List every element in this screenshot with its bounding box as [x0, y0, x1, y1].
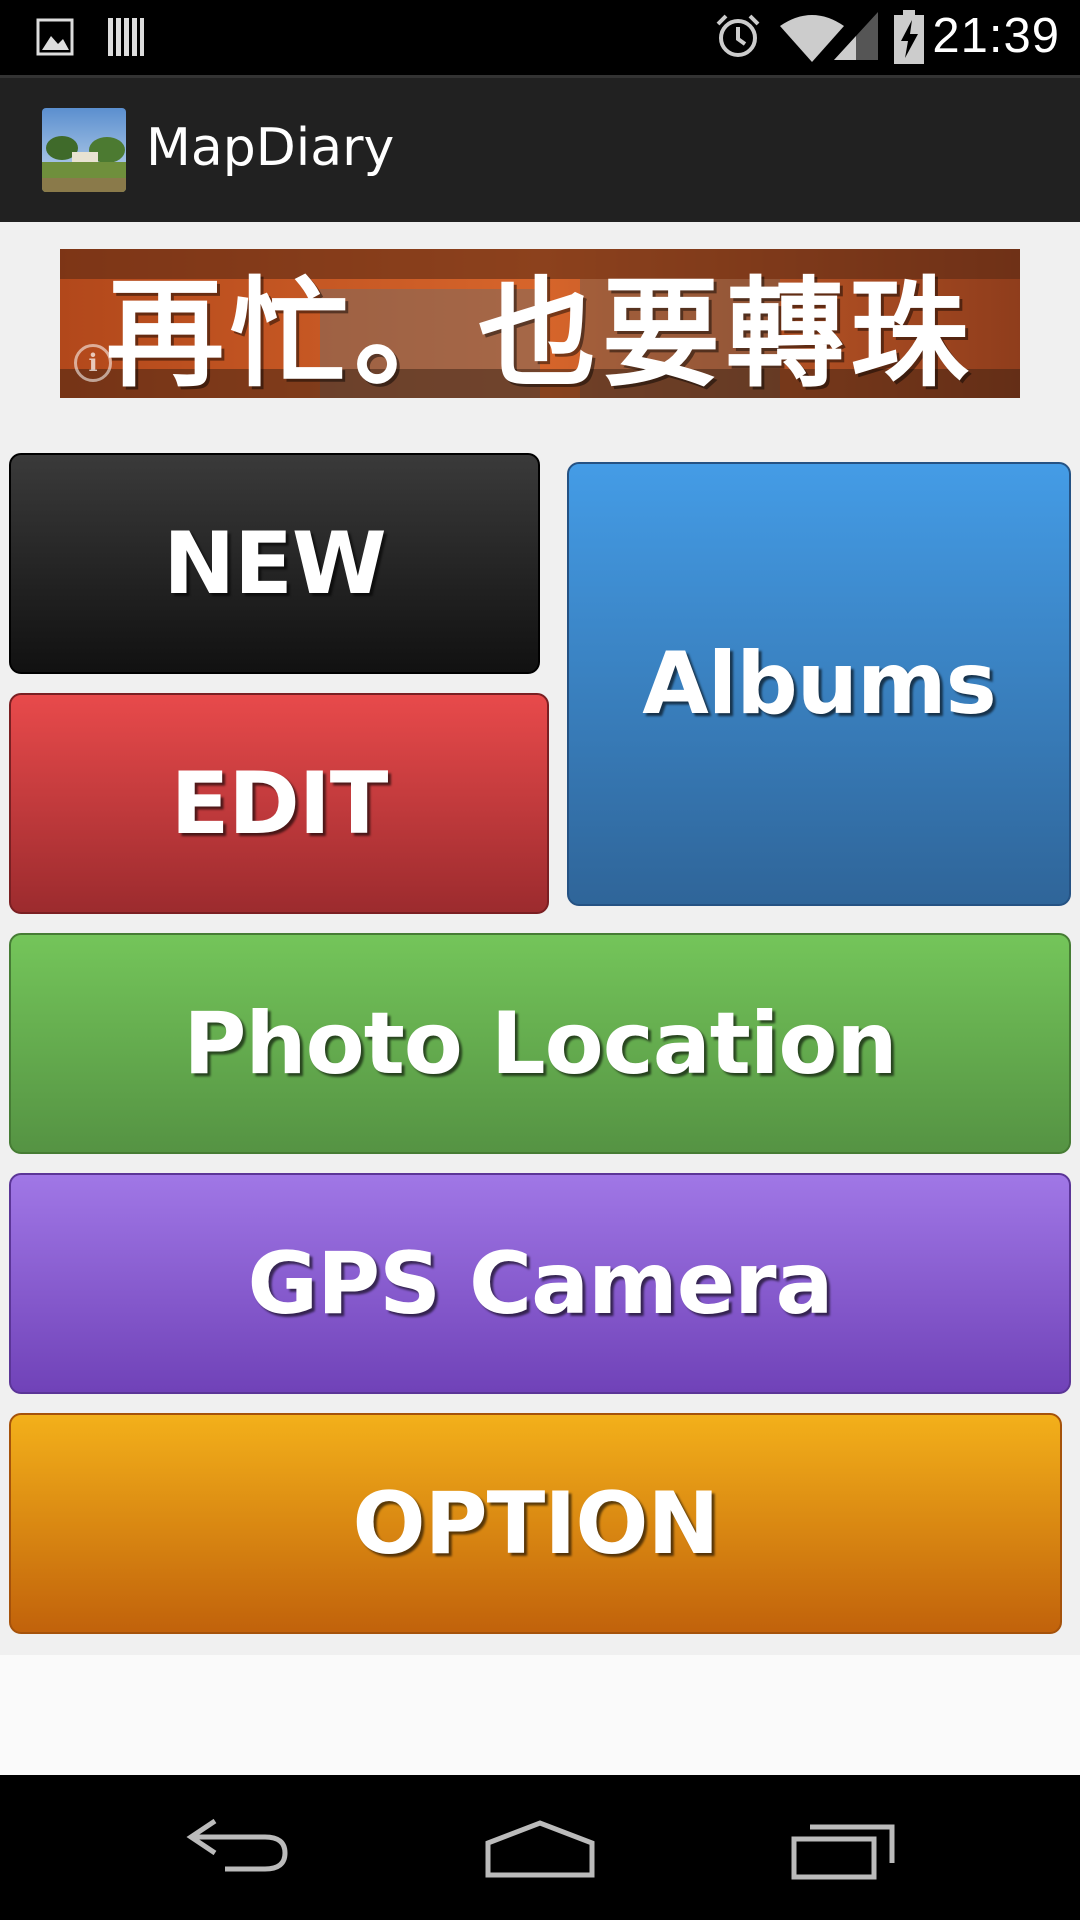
info-icon[interactable]: i — [74, 344, 112, 382]
gps-camera-button[interactable]: GPS Camera — [9, 1173, 1071, 1394]
back-icon[interactable] — [185, 1815, 289, 1880]
battery-charging-icon — [894, 10, 924, 69]
cell-signal-icon — [834, 12, 878, 65]
barcode-notification-icon — [106, 16, 146, 63]
app-landscape-icon[interactable] — [42, 108, 126, 192]
home-icon[interactable] — [484, 1819, 596, 1884]
status-bar: 21:39 — [0, 0, 1080, 75]
ad-text: 再忙。也要轉珠 — [105, 265, 974, 398]
edit-button[interactable]: EDIT — [9, 693, 549, 914]
clock: 21:39 — [932, 9, 1060, 63]
albums-button[interactable]: Albums — [567, 462, 1071, 906]
photo-location-button[interactable]: Photo Location — [9, 933, 1071, 1154]
option-button[interactable]: OPTION — [9, 1413, 1062, 1634]
app-title: MapDiary — [146, 118, 395, 178]
alarm-icon — [714, 12, 762, 65]
image-notification-icon — [36, 18, 74, 61]
recents-icon[interactable] — [790, 1819, 896, 1886]
new-button[interactable]: NEW — [9, 453, 540, 674]
content-bottom — [0, 1655, 1080, 1775]
ad-banner[interactable]: 再忙。也要轉珠 i — [60, 249, 1020, 398]
action-bar: MapDiary — [0, 75, 1080, 222]
navigation-bar — [0, 1775, 1080, 1920]
